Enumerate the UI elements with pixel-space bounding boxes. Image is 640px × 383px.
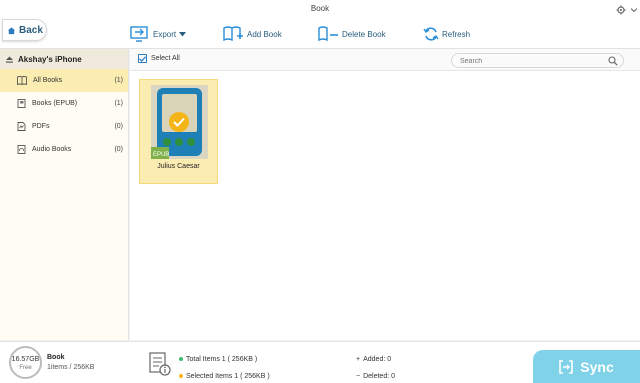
- delete-book-icon: [318, 26, 338, 42]
- refresh-button[interactable]: Refresh: [423, 22, 470, 46]
- selected-items: Selected Items 1 ( 256KB ): [186, 373, 270, 380]
- selected-check-icon: [169, 112, 189, 132]
- book-icon: [17, 99, 26, 108]
- back-button[interactable]: Back: [2, 19, 47, 41]
- checkbox[interactable]: [138, 54, 147, 63]
- book-cover: EPUB: [151, 85, 208, 159]
- book-grid-panel: Select All EPUB Julius Caesar: [130, 49, 640, 340]
- refresh-label: Refresh: [442, 29, 471, 39]
- check-icon: [139, 55, 146, 62]
- sidebar-item-books-epub[interactable]: Books (EPUB) (1): [0, 92, 128, 115]
- window-title: Book: [310, 4, 330, 13]
- sidebar-item-label: Books (EPUB): [32, 100, 78, 107]
- delete-book-label: Delete Book: [342, 29, 386, 39]
- sidebar-item-count: (0): [114, 146, 123, 153]
- selected-items-row: Selected Items 1 ( 256KB ): [179, 368, 270, 383]
- add-book-icon: [223, 26, 243, 42]
- sidebar-item-count: (1): [114, 77, 123, 84]
- window-controls: [614, 0, 640, 19]
- plus-icon: +: [356, 356, 361, 363]
- deleted-row: − Deleted: 0: [356, 368, 395, 383]
- select-all-label: Select All: [151, 55, 180, 62]
- epub-badge: EPUB: [153, 152, 169, 158]
- export-button[interactable]: Export: [130, 22, 187, 46]
- back-label: Back: [19, 24, 43, 36]
- change-stats: + Added: 0 − Deleted: 0: [356, 351, 395, 383]
- add-book-label: Add Book: [247, 29, 282, 39]
- selected-dot-icon: [179, 374, 183, 379]
- sidebar-item-label: Audio Books: [32, 146, 72, 153]
- sidebar-item-count: (1): [114, 100, 123, 107]
- search-box[interactable]: [451, 53, 624, 68]
- chevron-down-icon: [179, 31, 187, 36]
- title-bar: Book: [0, 0, 640, 19]
- minus-icon: −: [356, 373, 361, 380]
- home-icon: [7, 26, 16, 34]
- dropdown-arrow-icon[interactable]: [627, 2, 640, 17]
- added-row: + Added: 0: [356, 351, 395, 368]
- add-book-button[interactable]: Add Book: [222, 22, 282, 46]
- total-items-row: Total Items 1 ( 256KB ): [179, 351, 270, 368]
- sidebar-item-label: PDFs: [32, 123, 50, 130]
- settings-gear-icon[interactable]: [614, 2, 627, 17]
- category-info: Book 1items / 256KB: [47, 353, 94, 373]
- delete-book-button[interactable]: Delete Book: [317, 22, 386, 46]
- export-label: Export: [153, 29, 177, 39]
- sync-button[interactable]: Sync: [533, 350, 640, 383]
- device-name: Akshay's iPhone: [18, 54, 82, 64]
- deleted-count: Deleted: 0: [363, 373, 396, 380]
- ebook-reader-icon: EPUB: [151, 85, 208, 159]
- sidebar-item-pdfs[interactable]: PDFs (0): [0, 115, 128, 138]
- item-stats: Total Items 1 ( 256KB ) Selected Items 1…: [179, 351, 270, 383]
- info-document-icon: [149, 352, 171, 376]
- category-name: Book: [47, 354, 65, 361]
- total-items: Total Items 1 ( 256KB ): [186, 356, 258, 363]
- book-item[interactable]: EPUB Julius Caesar: [139, 79, 218, 184]
- select-all-checkbox[interactable]: Select All: [138, 54, 180, 63]
- eject-icon: [6, 56, 13, 63]
- total-dot-icon: [179, 357, 183, 362]
- sync-icon: [559, 360, 574, 374]
- sidebar-item-count: (0): [114, 123, 123, 130]
- grid-header: Select All: [130, 49, 640, 71]
- search-icon[interactable]: [608, 56, 618, 66]
- sidebar: Akshay's iPhone All Books (1) Books (EPU…: [0, 49, 129, 340]
- sidebar-item-all-books[interactable]: All Books (1): [0, 69, 128, 92]
- sync-label: Sync: [580, 359, 614, 375]
- book-open-icon: [17, 76, 27, 85]
- category-summary: 1items / 256KB: [47, 364, 95, 371]
- headphones-icon: [17, 145, 26, 154]
- toolbar: Back Export Add Book Delete Book Refresh: [0, 19, 640, 49]
- storage-free-value: 16.57GB: [11, 356, 40, 363]
- sidebar-item-label: All Books: [33, 77, 63, 84]
- refresh-icon: [423, 27, 439, 41]
- sidebar-item-audio-books[interactable]: Audio Books (0): [0, 138, 128, 161]
- storage-free: 16.57GB Free: [8, 355, 43, 373]
- pdf-icon: [17, 122, 26, 131]
- search-input[interactable]: [460, 56, 600, 66]
- export-icon: [130, 26, 148, 42]
- device-header[interactable]: Akshay's iPhone: [0, 49, 128, 69]
- added-count: Added: 0: [363, 356, 392, 363]
- status-footer: 16.57GB Free Book 1items / 256KB Total I…: [0, 341, 640, 383]
- storage-free-label: Free: [19, 365, 32, 371]
- book-title: Julius Caesar: [157, 163, 200, 170]
